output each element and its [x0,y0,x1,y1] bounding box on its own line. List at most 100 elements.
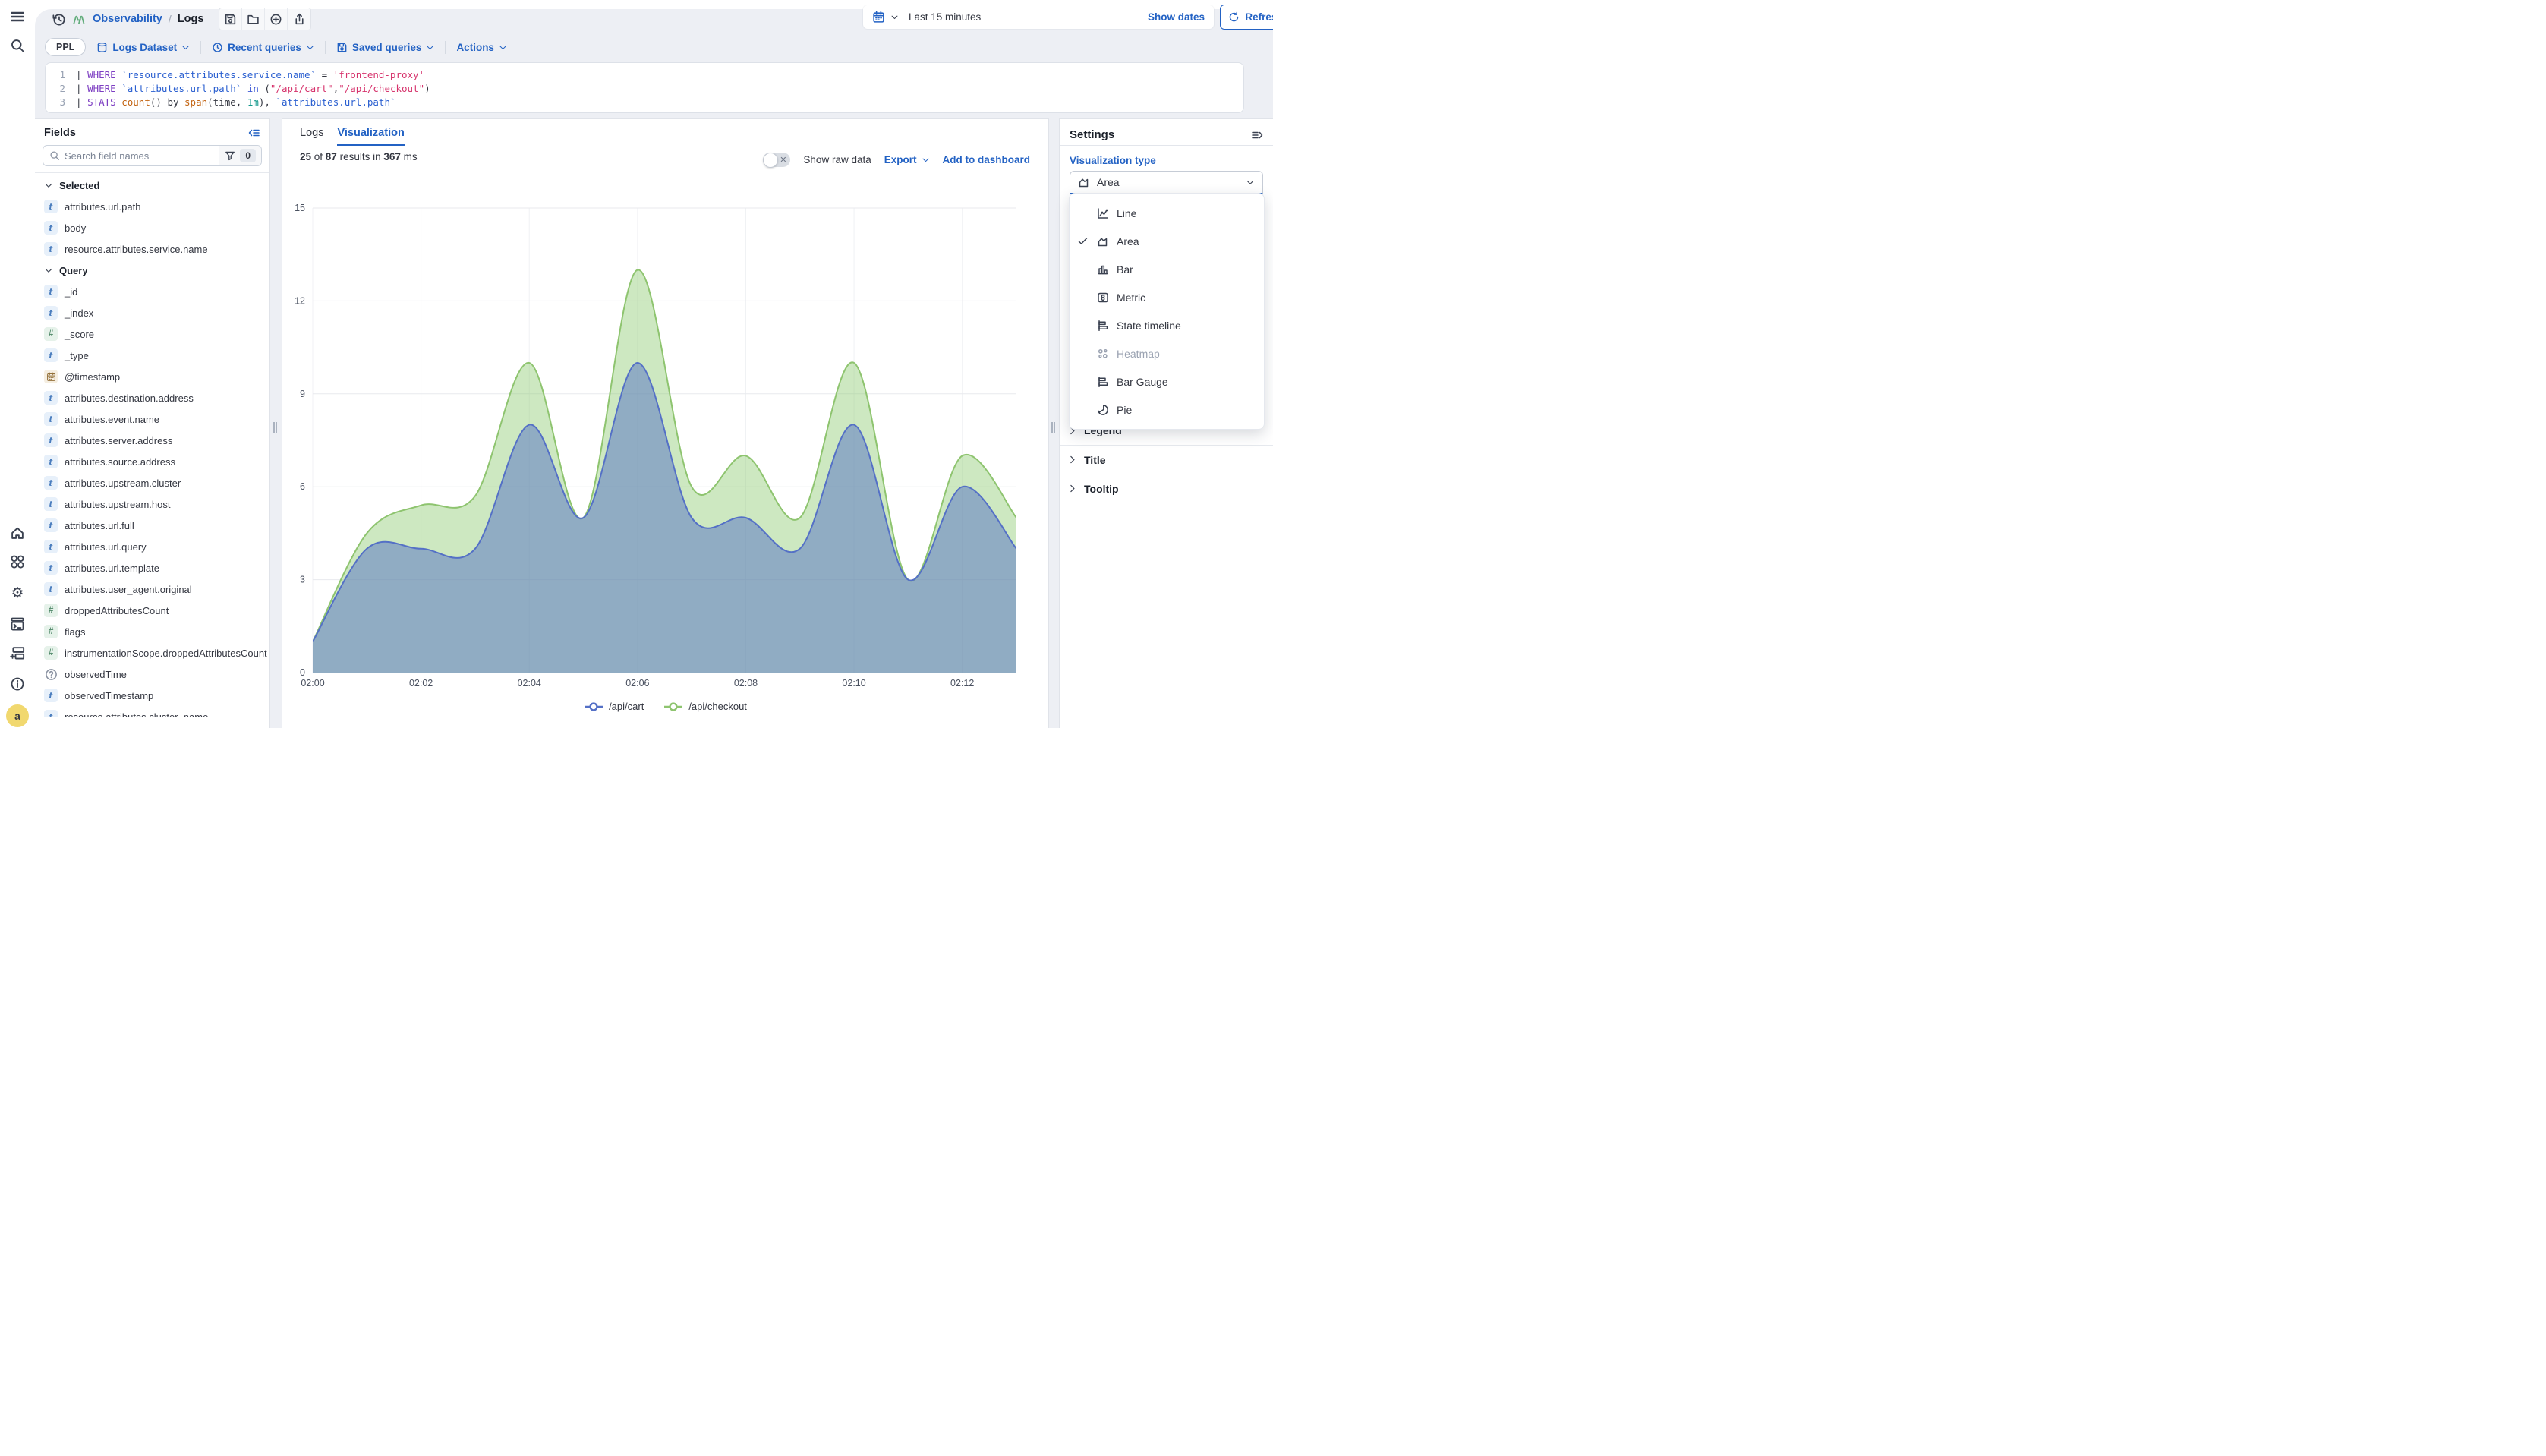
field-list-item[interactable]: tattributes.url.path [35,196,269,217]
toolbar-divider [325,41,326,54]
history-icon[interactable] [52,12,66,27]
export-button[interactable]: Export [884,154,930,165]
dev-tools-button[interactable] [8,615,27,633]
share-button[interactable] [288,8,310,30]
dataset-selector[interactable]: Logs Dataset [96,42,190,53]
query-editor[interactable]: 1| WHERE `resource.attributes.service.na… [45,62,1244,113]
field-list-item[interactable]: tresource.attributes.cluster_name [35,706,269,717]
field-list-item[interactable]: @timestamp [35,366,269,387]
field-type-string-badge: t [44,540,58,553]
time-range-picker[interactable]: Last 15 minutes Show dates [863,5,1214,29]
refresh-icon [1228,11,1240,23]
collapse-panel-right-icon[interactable] [1251,129,1263,141]
field-list-item[interactable]: tattributes.url.query [35,536,269,557]
avatar[interactable]: a [6,704,29,727]
recent-queries-menu[interactable]: Recent queries [212,42,314,53]
open-button[interactable] [242,8,265,30]
nav-search-button[interactable] [8,36,27,55]
legend-item[interactable]: /api/checkout [663,701,747,712]
new-button[interactable] [265,8,288,30]
add-to-dashboard-button[interactable]: Add to dashboard [943,154,1031,165]
viz-option-metric[interactable]: Metric [1070,283,1264,311]
apps-button[interactable] [8,553,27,571]
legend-item[interactable]: /api/cart [584,701,644,712]
document-actions [219,8,311,30]
settings-button[interactable]: ⚙ [8,584,27,602]
show-dates-button[interactable]: Show dates [1148,11,1205,23]
viz-option-label: Bar Gauge [1117,376,1168,388]
collapse-panel-left-icon[interactable] [248,127,260,139]
visualization-type-select[interactable]: Area [1070,171,1263,194]
tab-visualization[interactable]: Visualization [337,127,404,146]
section-tooltip[interactable]: Tooltip [1060,474,1273,503]
field-list-item[interactable]: tresource.attributes.service.name [35,238,269,260]
area-chart[interactable]: 02:0002:0202:0402:0602:0802:1002:1203691… [289,191,1037,695]
svg-text:9: 9 [300,389,305,399]
field-list-item[interactable]: #_score [35,323,269,345]
query-line[interactable]: 1| WHERE `resource.attributes.service.na… [46,68,1243,82]
field-list-item[interactable]: tattributes.destination.address [35,387,269,408]
field-name: attributes.server.address [65,435,172,446]
save-button[interactable] [219,8,242,30]
viz-option-area[interactable]: Area [1070,227,1264,255]
settings-resize-handle[interactable] [1051,422,1055,433]
breadcrumb-separator: / [169,13,172,25]
field-section-header[interactable]: Query [35,260,269,281]
field-list-item[interactable]: tattributes.server.address [35,430,269,451]
tab-logs[interactable]: Logs [300,127,323,146]
query-language-badge[interactable]: PPL [45,38,86,56]
breadcrumb-observability-link[interactable]: Observability [93,13,162,25]
field-list-item[interactable]: tattributes.source.address [35,451,269,472]
query-line[interactable]: 3| STATS count() by span(time, 1m), `att… [46,96,1243,109]
visualization-type-value: Area [1097,176,1239,188]
field-list-item[interactable]: tattributes.user_agent.original [35,578,269,600]
menu-button[interactable] [8,8,27,26]
field-section-header[interactable]: Selected [35,175,269,196]
field-list-item[interactable]: #flags [35,621,269,642]
help-button[interactable] [8,675,27,693]
field-list-item[interactable]: t_id [35,281,269,302]
viz-option-state-timeline[interactable]: State timeline [1070,311,1264,339]
time-range-value[interactable]: Last 15 minutes [909,11,981,23]
chevron-down-icon [306,43,314,52]
field-list-item[interactable]: tattributes.url.full [35,515,269,536]
saved-queries-menu[interactable]: Saved queries [336,42,435,53]
field-list-item[interactable]: tattributes.url.template [35,557,269,578]
viz-option-pie[interactable]: Pie [1070,396,1264,424]
viz-option-bar[interactable]: Bar [1070,255,1264,283]
main-panel: Logs Visualization 25 of 87 results in 3… [282,118,1049,728]
field-list-item[interactable]: observedTime [35,663,269,685]
field-type-string-badge: t [44,391,58,405]
field-type-string-badge: t [44,582,58,596]
refresh-button[interactable]: Refresh [1220,5,1273,30]
field-name: resource.attributes.cluster_name [65,711,208,717]
viz-option-heatmap: Heatmap [1070,339,1264,367]
field-list-item[interactable]: tattributes.upstream.host [35,493,269,515]
fields-resize-handle[interactable] [273,422,277,433]
line-number: 2 [46,82,65,96]
viz-option-line[interactable]: Line [1070,199,1264,227]
viz-option-bar-gauge[interactable]: Bar Gauge [1070,367,1264,396]
field-search: 0 [43,145,262,166]
export-icon [293,13,306,26]
saved-queries-label: Saved queries [352,42,422,53]
field-list-item[interactable]: #droppedAttributesCount [35,600,269,621]
field-name: attributes.event.name [65,414,159,425]
field-list-item[interactable]: tattributes.upstream.cluster [35,472,269,493]
field-list-item[interactable]: tattributes.event.name [35,408,269,430]
section-title[interactable]: Title [1060,445,1273,474]
field-list-item[interactable]: t_type [35,345,269,366]
home-button[interactable] [8,524,27,542]
field-search-input[interactable] [65,150,219,162]
field-list-item[interactable]: tbody [35,217,269,238]
field-list-item[interactable]: tobservedTimestamp [35,685,269,706]
field-list-item[interactable]: t_index [35,302,269,323]
add-panel-button[interactable] [8,644,27,662]
field-list-item[interactable]: #instrumentationScope.droppedAttributesC… [35,642,269,663]
show-raw-data-toggle[interactable]: ✕ [763,153,790,167]
field-type-string-badge: t [44,306,58,320]
chevron-down-icon [44,266,53,275]
query-line[interactable]: 2| WHERE `attributes.url.path` in ("/api… [46,82,1243,96]
actions-menu[interactable]: Actions [456,42,507,53]
field-filter[interactable]: 0 [219,146,261,165]
